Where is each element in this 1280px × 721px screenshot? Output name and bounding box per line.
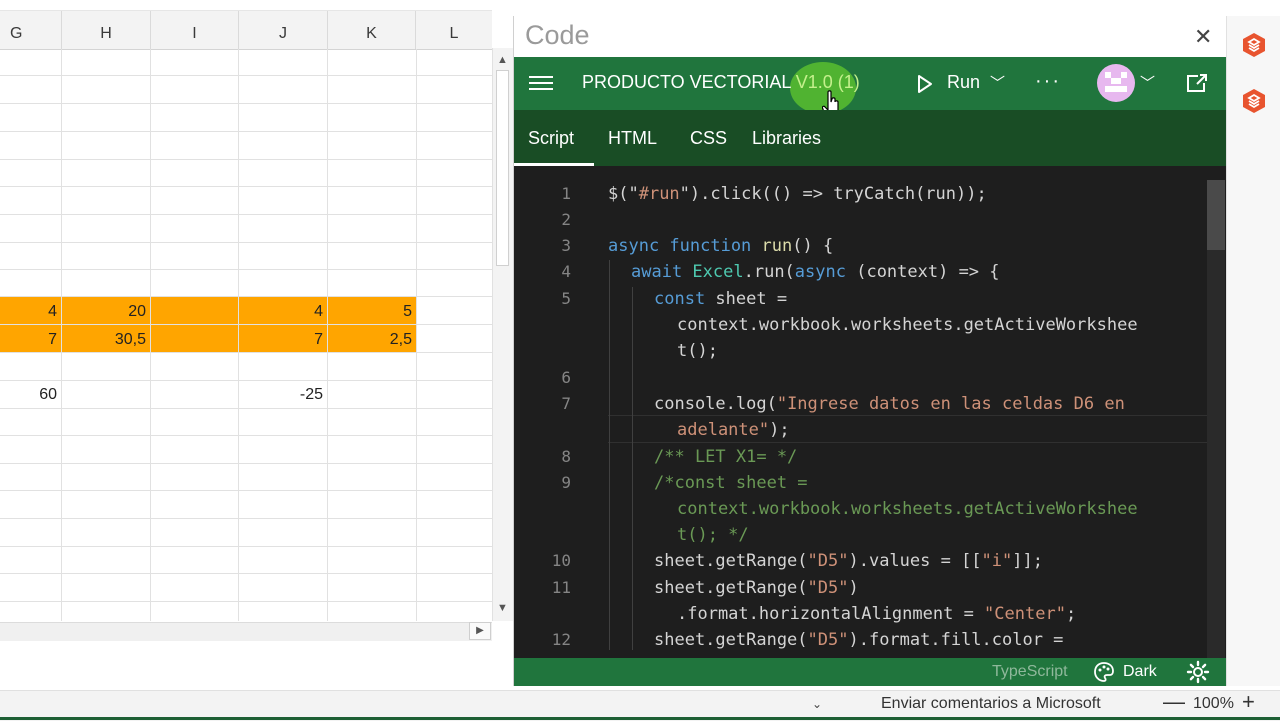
code-line: $("#run").click(() => tryCatch(run));: [608, 184, 987, 204]
cell-k-row1[interactable]: 5: [328, 298, 416, 325]
chevron-down-icon[interactable]: ⌄: [812, 697, 822, 711]
cell-g-row1[interactable]: 4: [0, 298, 61, 325]
column-header-l[interactable]: L: [416, 11, 492, 49]
editor-scroll-thumb[interactable]: [1207, 180, 1225, 250]
code-line: /*const sheet =: [654, 473, 808, 493]
column-header-j[interactable]: J: [239, 11, 328, 49]
editor-status-bar: [514, 658, 1226, 686]
zoom-level[interactable]: 100%: [1193, 695, 1234, 713]
hamburger-menu-icon[interactable]: [529, 72, 553, 92]
cell-g-row2[interactable]: 7: [0, 326, 61, 353]
horizontal-scrollbar[interactable]: [0, 622, 492, 641]
zoom-in-button[interactable]: +: [1242, 689, 1255, 715]
code-line: async function run() {: [608, 236, 834, 256]
code-line: adelante");: [677, 420, 790, 440]
popout-icon[interactable]: [1186, 73, 1208, 93]
line-number: 11: [551, 578, 571, 597]
line-number: 9: [561, 473, 571, 492]
line-number: 6: [561, 368, 571, 387]
zoom-out-button[interactable]: —: [1163, 689, 1185, 715]
column-header-k[interactable]: K: [328, 11, 416, 49]
column-header-g[interactable]: G: [0, 11, 62, 49]
editor-scrollbar[interactable]: [1207, 180, 1225, 658]
cell-g-row3[interactable]: 60: [0, 381, 61, 408]
play-icon[interactable]: [916, 74, 934, 94]
code-line: t();: [677, 341, 718, 361]
palette-icon[interactable]: [1093, 661, 1115, 683]
scroll-down-icon[interactable]: ▼: [492, 602, 513, 614]
run-chevron-down-icon[interactable]: ﹀: [990, 72, 1005, 93]
line-number: 10: [551, 551, 571, 570]
line-number: 12: [551, 630, 571, 649]
code-line: const sheet =: [654, 289, 788, 309]
column-header-i[interactable]: I: [151, 11, 239, 49]
snippet-version: V1.0 (1): [795, 72, 860, 92]
line-number: 8: [561, 447, 571, 466]
snippet-title[interactable]: PRODUCTO VECTORIAL V1.0 (1): [582, 72, 860, 93]
scroll-up-icon[interactable]: ▲: [492, 54, 513, 66]
account-chevron-down-icon[interactable]: ﹀: [1140, 72, 1155, 93]
scroll-right-icon[interactable]: ▶: [469, 622, 491, 640]
addin-strip: [1226, 16, 1280, 686]
line-number: 4: [561, 262, 571, 281]
code-line: t(); */: [677, 525, 749, 545]
code-line: sheet.getRange("D5"): [654, 578, 859, 598]
cell-j-row2[interactable]: 7: [239, 326, 327, 353]
run-button[interactable]: Run: [947, 72, 980, 93]
cell-j-row3[interactable]: -25: [239, 381, 327, 408]
close-icon[interactable]: ✕: [1194, 24, 1212, 50]
script-lab-run-icon[interactable]: [1241, 88, 1267, 114]
tab-script[interactable]: Script: [528, 128, 574, 149]
column-header-h[interactable]: H: [62, 11, 151, 49]
line-number: 7: [561, 394, 571, 413]
code-line: .format.horizontalAlignment = "Center";: [677, 604, 1077, 624]
snippet-name: PRODUCTO VECTORIAL: [582, 72, 796, 92]
cell-j-row1[interactable]: 4: [239, 298, 327, 325]
code-line: sheet.getRange("D5").format.fill.color =: [654, 630, 1064, 650]
gear-icon[interactable]: [1186, 660, 1210, 684]
line-number: 5: [561, 289, 571, 308]
tab-html[interactable]: HTML: [608, 128, 657, 149]
cell-h-row1[interactable]: 20: [62, 298, 150, 325]
more-options-button[interactable]: ···: [1035, 70, 1061, 93]
code-line: await Excel.run(async (context) => {: [631, 262, 1000, 282]
tab-libraries[interactable]: Libraries: [752, 128, 821, 149]
script-lab-icon[interactable]: [1241, 32, 1267, 58]
theme-button[interactable]: Dark: [1123, 663, 1157, 681]
code-line: /** LET X1= */: [654, 447, 798, 467]
line-number: 2: [561, 210, 571, 229]
line-number: 1: [561, 184, 571, 203]
line-number: 3: [561, 236, 571, 255]
vertical-scroll-thumb[interactable]: [496, 70, 509, 266]
tab-css[interactable]: CSS: [690, 128, 727, 149]
code-line: sheet.getRange("D5").values = [["i"]];: [654, 551, 1043, 571]
code-line: context.workbook.worksheets.getActiveWor…: [677, 315, 1138, 335]
cell-grid[interactable]: 4 20 4 5 7 30,5 7 2,5 60 -25: [0, 49, 492, 621]
column-header-bar: G H I J K L: [0, 10, 492, 50]
pane-title: Code: [525, 20, 590, 50]
cell-h-row2[interactable]: 30,5: [62, 326, 150, 353]
avatar[interactable]: [1097, 64, 1135, 102]
cell-k-row2[interactable]: 2,5: [328, 326, 416, 353]
feedback-link[interactable]: Enviar comentarios a Microsoft: [881, 695, 1101, 713]
code-line: context.workbook.worksheets.getActiveWor…: [677, 499, 1138, 519]
avatar-pattern-icon: [1105, 72, 1127, 92]
language-label[interactable]: TypeScript: [992, 663, 1068, 681]
code-line: console.log("Ingrese datos en las celdas…: [654, 394, 1125, 414]
